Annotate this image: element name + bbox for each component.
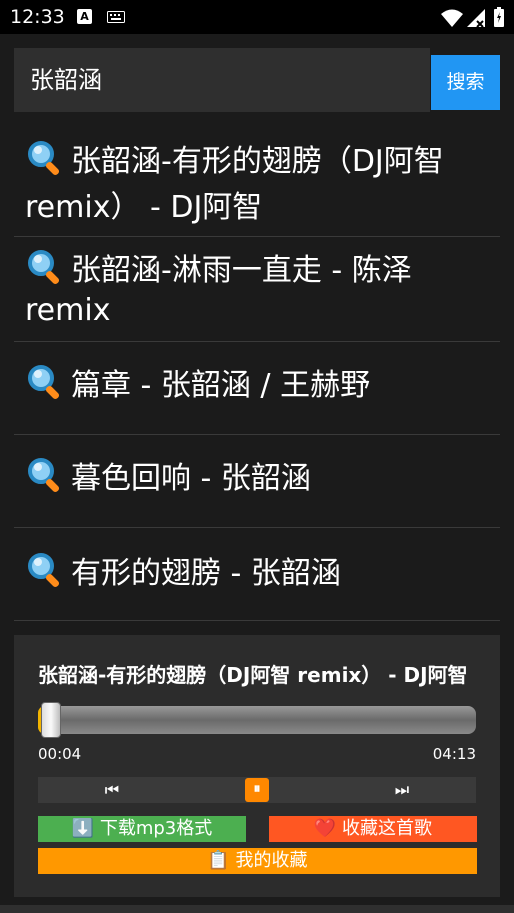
search-bar: 张韶涵 搜索 xyxy=(14,48,500,112)
now-playing-title: 张韶涵-有形的翅膀（DJ阿智 remix） - DJ阿智 xyxy=(38,663,468,687)
magnifier-icon xyxy=(28,365,60,400)
search-input[interactable]: 张韶涵 xyxy=(14,48,430,112)
search-button[interactable]: 搜索 xyxy=(431,55,500,110)
favorite-song-button[interactable]: ❤️ 收藏这首歌 xyxy=(269,816,477,842)
search-result-item[interactable]: 张韶涵-淋雨一直走 - 陈泽 remix xyxy=(14,237,500,342)
search-result-label: 有形的翅膀 - 张韶涵 xyxy=(71,556,341,591)
signal-icon xyxy=(467,9,485,28)
status-time: 12:33 xyxy=(10,6,65,28)
previous-track-icon[interactable]: ⏮ xyxy=(82,777,142,803)
battery-icon xyxy=(494,7,504,27)
playback-controls: ⏮ ⏸ ⏭ xyxy=(38,777,476,803)
magnifier-icon xyxy=(28,250,60,285)
status-bar: 12:33 A xyxy=(0,0,514,34)
search-result-label: 篇章 - 张韶涵 / 王赫野 xyxy=(71,368,371,403)
progress-thumb[interactable] xyxy=(41,702,61,738)
search-result-label: 张韶涵-有形的翅膀（DJ阿智 remix） - DJ阿智 xyxy=(25,144,444,225)
magnifier-icon xyxy=(28,141,60,176)
search-result-item[interactable]: 暮色回响 - 张韶涵 xyxy=(14,435,500,528)
search-result-label: 暮色回响 - 张韶涵 xyxy=(71,461,311,496)
bottom-edge xyxy=(0,905,514,913)
next-track-icon[interactable]: ⏭ xyxy=(372,777,432,803)
search-result-item[interactable]: 篇章 - 张韶涵 / 王赫野 xyxy=(14,342,500,435)
search-results-list: 张韶涵-有形的翅膀（DJ阿智 remix） - DJ阿智 张韶涵-淋雨一直走 -… xyxy=(14,130,500,621)
my-favorites-button[interactable]: 📋 我的收藏 xyxy=(38,848,477,874)
download-mp3-button[interactable]: ⬇️ 下载mp3格式 xyxy=(38,816,246,842)
notification-a-icon: A xyxy=(77,9,92,24)
search-result-label: 张韶涵-淋雨一直走 - 陈泽 remix xyxy=(25,253,412,328)
total-time: 04:13 xyxy=(432,745,476,763)
search-result-item[interactable]: 张韶涵-有形的翅膀（DJ阿智 remix） - DJ阿智 xyxy=(14,130,500,237)
keyboard-icon xyxy=(107,11,125,23)
app-screen: 张韶涵 搜索 张韶涵-有形的翅膀（DJ阿智 remix） - DJ阿智 张韶涵-… xyxy=(0,34,514,913)
magnifier-icon xyxy=(28,553,60,588)
magnifier-icon xyxy=(28,458,60,493)
current-time: 00:04 xyxy=(38,745,82,763)
progress-slider[interactable] xyxy=(38,702,476,738)
music-player: 张韶涵-有形的翅膀（DJ阿智 remix） - DJ阿智 00:04 04:13… xyxy=(14,635,500,897)
wifi-icon xyxy=(441,9,463,27)
search-result-item[interactable]: 有形的翅膀 - 张韶涵 xyxy=(14,528,500,621)
pause-icon[interactable]: ⏸ xyxy=(245,778,269,802)
